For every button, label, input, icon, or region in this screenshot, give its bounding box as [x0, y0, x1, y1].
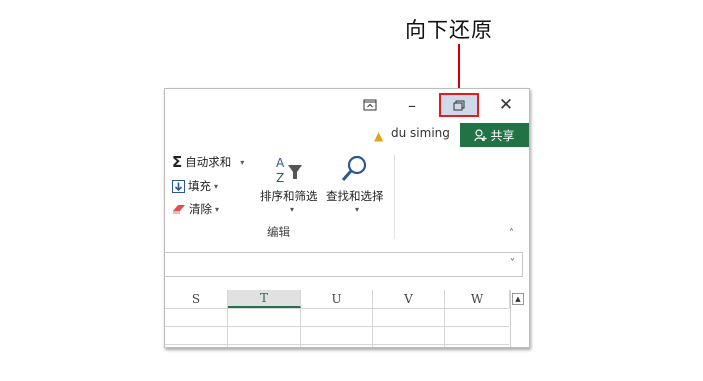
sigma-icon: Σ: [172, 153, 183, 171]
grid-col-line: [227, 308, 228, 347]
column-header-w[interactable]: W: [445, 290, 510, 308]
grid-col-line: [444, 308, 445, 347]
title-bar: – ✕: [165, 89, 529, 121]
chevron-down-icon: ▾: [355, 205, 360, 214]
clear-button[interactable]: 清除 ▾: [172, 201, 219, 217]
callout-pointer-line: [458, 44, 460, 93]
chevron-down-icon: ▾: [290, 205, 295, 214]
find-select-label: 查找和选择: [326, 189, 384, 203]
fill-button[interactable]: 填充 ▾: [172, 178, 218, 194]
minimize-button[interactable]: –: [393, 92, 431, 118]
share-label: 共享: [490, 128, 515, 143]
minimize-icon: –: [408, 95, 416, 115]
grid-row-line: [165, 326, 509, 327]
fill-down-icon: [172, 179, 185, 193]
grid-col-line: [300, 308, 301, 347]
svg-text:A: A: [276, 156, 285, 170]
column-header-s[interactable]: S: [165, 290, 228, 308]
callout-label: 向下还原: [405, 18, 493, 42]
autosum-label: 自动求和: [185, 155, 232, 169]
fill-label: 填充: [188, 179, 211, 193]
sort-filter-icon: A Z: [276, 156, 302, 185]
grid-col-line: [372, 308, 373, 347]
column-header-t[interactable]: T: [228, 290, 301, 308]
warning-icon: ▲: [374, 129, 384, 143]
column-header-u[interactable]: U: [301, 290, 373, 308]
restore-down-button[interactable]: [439, 93, 479, 117]
clear-label: 清除: [189, 202, 212, 216]
magnifier-icon: [341, 155, 367, 181]
excel-window: – ✕ ▲ du siming 共享 Σ 自动求和 ▾ 填充 ▾ 清除 ▾ A …: [164, 88, 530, 348]
ribbon-display-options-button[interactable]: [351, 92, 389, 118]
ribbon-group-divider: [394, 155, 395, 239]
person-add-icon: [474, 128, 487, 141]
autosum-button[interactable]: Σ 自动求和 ▾: [172, 153, 244, 171]
chevron-down-icon: ▾: [214, 181, 219, 191]
chevron-down-icon: ▾: [240, 157, 245, 167]
collapse-ribbon-icon[interactable]: ˄: [509, 228, 514, 239]
grid-row-line: [165, 308, 509, 309]
account-username[interactable]: du siming: [391, 126, 450, 140]
chevron-down-icon: ▾: [215, 204, 220, 214]
column-header-v[interactable]: V: [373, 290, 445, 308]
sort-filter-label: 排序和筛选: [260, 189, 318, 203]
ribbon-display-options-icon: [363, 99, 377, 111]
close-icon: ✕: [498, 95, 514, 115]
editing-group-label: 编辑: [267, 225, 290, 239]
close-button[interactable]: ✕: [487, 92, 525, 118]
formula-bar[interactable]: [165, 252, 523, 277]
scroll-up-icon[interactable]: ▲: [512, 293, 524, 305]
grid-row-line: [165, 344, 509, 345]
svg-text:Z: Z: [276, 171, 284, 185]
share-button[interactable]: 共享: [460, 123, 529, 147]
eraser-icon: [173, 205, 185, 214]
expand-formula-bar-icon[interactable]: ˅: [510, 258, 515, 269]
restore-down-icon: [453, 100, 465, 110]
